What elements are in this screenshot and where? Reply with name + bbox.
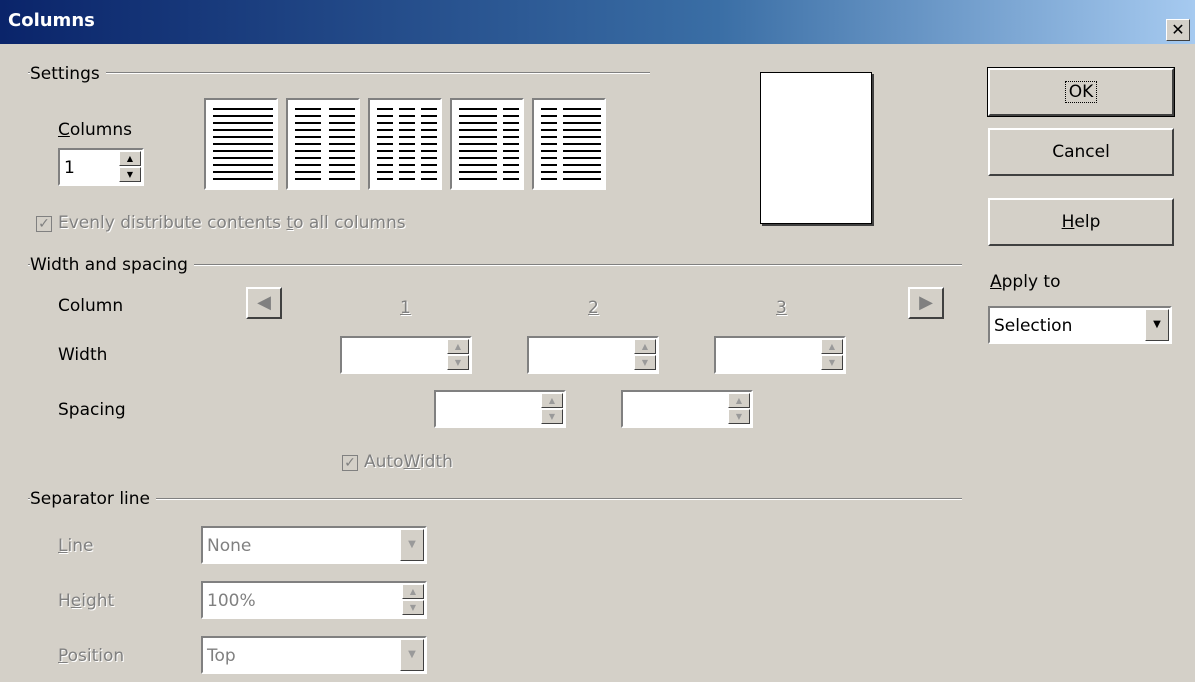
height-label: Height	[58, 591, 115, 611]
spin-up-icon[interactable]: ▲	[541, 393, 563, 408]
width-label: Width	[58, 345, 108, 365]
width-col1-spinner[interactable]: ▲ ▼	[340, 336, 472, 374]
preset-right-wide-icon	[541, 108, 601, 180]
position-label: Position	[58, 646, 125, 666]
width-col3-spinner[interactable]: ▲ ▼	[714, 336, 846, 374]
spin-up-icon[interactable]: ▲	[402, 584, 424, 599]
columns-up-icon[interactable]: ▲	[119, 151, 141, 166]
width-col2-spinner[interactable]: ▲ ▼	[527, 336, 659, 374]
spin-up-icon[interactable]: ▲	[821, 339, 843, 354]
preset-three-columns[interactable]	[368, 98, 442, 190]
spacing-2-spinner[interactable]: ▲ ▼	[621, 390, 753, 428]
spin-down-icon[interactable]: ▼	[447, 355, 469, 370]
ok-label: OK	[1064, 81, 1098, 103]
columns-spinner[interactable]: 1 ▲ ▼	[58, 148, 144, 186]
spin-down-icon[interactable]: ▼	[634, 355, 656, 370]
cancel-button[interactable]: Cancel	[988, 128, 1174, 176]
columns-down-icon[interactable]: ▼	[119, 167, 141, 182]
window-title: Columns	[8, 10, 95, 31]
chevron-down-icon[interactable]: ▼	[1145, 309, 1169, 341]
spin-up-icon[interactable]: ▲	[728, 393, 750, 408]
separator-group-label: Separator line	[30, 489, 157, 509]
line-combo[interactable]: None ▼	[201, 526, 427, 564]
preset-two-columns-icon	[295, 108, 355, 180]
page-preview	[760, 72, 872, 224]
autowidth-label: AutoWidth	[364, 452, 453, 472]
settings-divider	[28, 72, 650, 74]
spin-up-icon[interactable]: ▲	[447, 339, 469, 354]
arrow-right-icon: ▶	[919, 292, 933, 313]
position-value: Top	[207, 646, 236, 666]
close-icon: ✕	[1171, 20, 1185, 39]
columns-value: 1	[64, 158, 75, 178]
close-button[interactable]: ✕	[1166, 19, 1190, 41]
spin-down-icon[interactable]: ▼	[728, 409, 750, 424]
position-combo[interactable]: Top ▼	[201, 636, 427, 674]
preset-two-columns[interactable]	[286, 98, 360, 190]
preset-one-column[interactable]	[204, 98, 278, 190]
evenly-distribute-checkbox[interactable]: ✓	[36, 216, 52, 232]
spin-down-icon[interactable]: ▼	[821, 355, 843, 370]
help-label: Help	[1061, 212, 1101, 232]
chevron-down-icon[interactable]: ▼	[400, 529, 424, 561]
separator-divider	[28, 498, 962, 500]
help-button[interactable]: Help	[988, 198, 1174, 246]
check-icon: ✓	[344, 455, 356, 471]
preset-left-wide[interactable]	[450, 98, 524, 190]
settings-group-label: Settings	[30, 64, 106, 84]
title-bar	[0, 0, 1195, 44]
preset-one-column-icon	[213, 108, 273, 180]
column-number-1: 1	[400, 298, 411, 318]
autowidth-checkbox[interactable]: ✓	[342, 455, 358, 471]
spacing-1-spinner[interactable]: ▲ ▼	[434, 390, 566, 428]
height-value: 100%	[207, 591, 256, 611]
apply-to-combo[interactable]: Selection ▼	[988, 306, 1172, 344]
chevron-down-icon[interactable]: ▼	[400, 639, 424, 671]
spin-down-icon[interactable]: ▼	[402, 600, 424, 615]
apply-to-value: Selection	[994, 316, 1073, 336]
spin-down-icon[interactable]: ▼	[541, 409, 563, 424]
columns-label: Columns	[58, 120, 132, 140]
spin-up-icon[interactable]: ▲	[634, 339, 656, 354]
ok-button[interactable]: OK	[987, 67, 1175, 117]
height-spinner[interactable]: 100% ▲ ▼	[201, 581, 427, 619]
width-spacing-group-label: Width and spacing	[30, 255, 194, 275]
arrow-left-icon: ◀	[257, 292, 271, 313]
apply-to-label: Apply to	[990, 272, 1061, 292]
column-number-2: 2	[588, 298, 599, 318]
preset-right-wide[interactable]	[532, 98, 606, 190]
column-label: Column	[58, 296, 124, 316]
preset-left-wide-icon	[459, 108, 519, 180]
check-icon: ✓	[38, 216, 50, 232]
cancel-label: Cancel	[1052, 142, 1110, 162]
column-number-3: 3	[776, 298, 787, 318]
column-left-button[interactable]: ◀	[246, 287, 282, 319]
evenly-distribute-label: Evenly distribute contents to all column…	[58, 213, 406, 233]
preset-three-columns-icon	[377, 108, 437, 180]
line-value: None	[207, 536, 252, 556]
line-label: Line	[58, 536, 94, 556]
spacing-label: Spacing	[58, 400, 126, 420]
column-right-button[interactable]: ▶	[908, 287, 944, 319]
